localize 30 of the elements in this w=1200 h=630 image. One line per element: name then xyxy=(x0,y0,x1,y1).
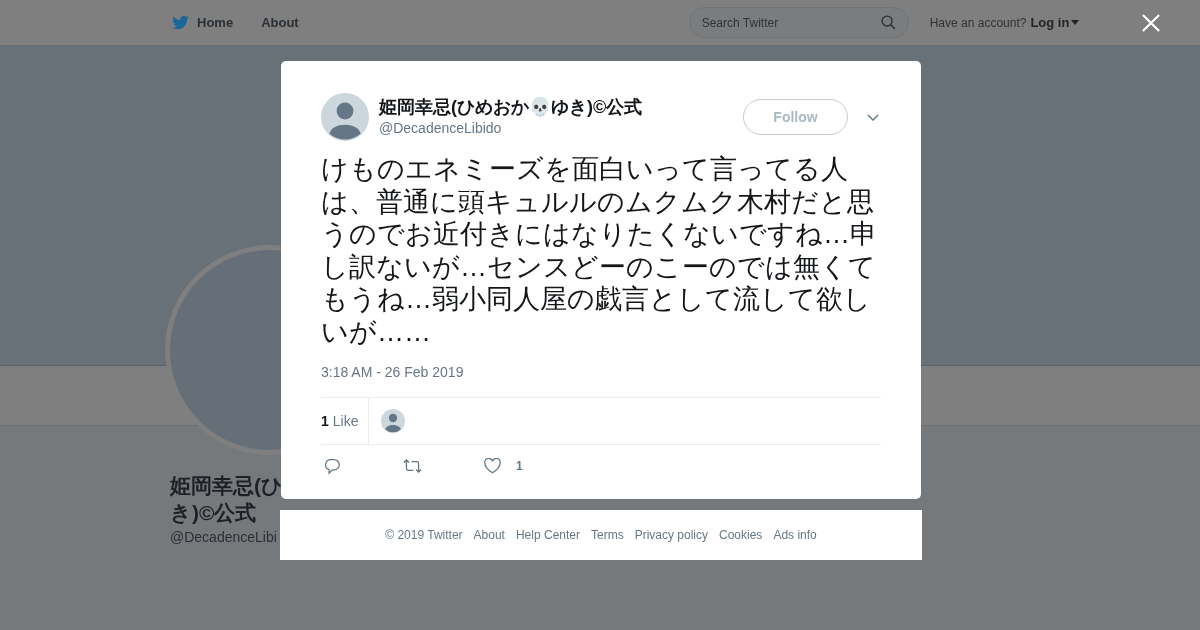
footer-link[interactable]: About xyxy=(473,526,505,544)
liker-avatar xyxy=(381,409,406,433)
footer-link[interactable]: Terms xyxy=(591,526,624,544)
footer-link[interactable]: Help Center xyxy=(515,526,580,544)
footer-link[interactable]: Privacy policy xyxy=(634,526,708,544)
caret-icon xyxy=(1071,20,1080,25)
retweet-icon[interactable] xyxy=(403,458,422,474)
profile-handle: @DecadenceLibi xyxy=(170,528,277,547)
account-prompt: Have an account? xyxy=(929,14,1027,32)
nav-link[interactable]: About xyxy=(261,12,299,33)
profile-name: 姫岡幸忌(ひ xyxy=(170,473,283,499)
tweet-time[interactable]: 3:18 AM - 26 Feb 2019 xyxy=(321,362,881,383)
like-count: 1 xyxy=(516,458,523,475)
heart-icon[interactable] xyxy=(484,458,501,474)
nav-link[interactable]: Home xyxy=(197,12,234,33)
login-button[interactable]: Log in xyxy=(1030,12,1080,33)
avatar xyxy=(321,93,369,141)
footer-link[interactable]: Ads info xyxy=(773,526,817,544)
copyright-text: © 2019 Twitter xyxy=(385,527,463,544)
reply-icon[interactable] xyxy=(324,457,341,475)
footer-link[interactable]: Cookies xyxy=(719,526,763,544)
close-icon[interactable] xyxy=(1142,13,1160,32)
author-name[interactable]: 姫岡幸忌(ひめおか💀ゆき)©公式 xyxy=(379,95,743,118)
author-handle[interactable]: @DecadenceLibido xyxy=(379,117,743,139)
likes-count[interactable]: 1 Like xyxy=(321,398,370,444)
chevron-down-icon[interactable] xyxy=(867,113,879,121)
search-icon xyxy=(879,14,897,31)
tweet-text: けものエネミーズを面白いって言ってる人は、普通に頭キュルルのムクムク木村だと思うのでお近付きにはなりたくないですね…申し訳ないが…センスどーのこーのでは無くてもうね…弱小同人屋の戯言として流して欲しいが…… xyxy=(321,153,878,348)
search-field[interactable]: Search Twitter xyxy=(688,7,909,38)
profile-name: き)©公式 xyxy=(170,500,257,526)
